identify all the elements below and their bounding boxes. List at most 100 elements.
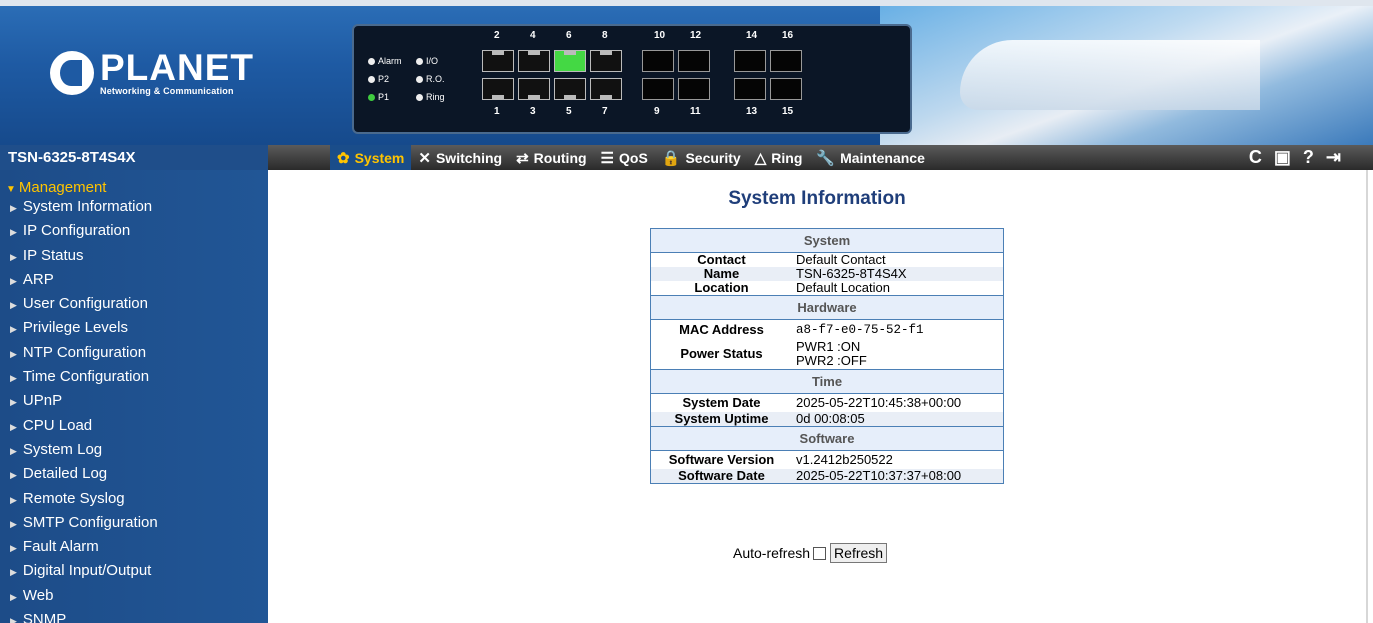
menu-switching[interactable]: ✕ Switching	[411, 145, 509, 170]
reload-icon[interactable]: C	[1249, 147, 1262, 168]
menu-system[interactable]: ✿ System	[330, 145, 412, 170]
system-info-table: System Contact Default Contact Name TSN-63…	[650, 228, 1004, 484]
port-1[interactable]	[482, 78, 514, 100]
switch-front-panel: Alarm I/O P2 R.O. P1 Ring 2 1 4 3 6 5 8 7 10 9 12 11 14 13…	[352, 24, 912, 134]
port-16[interactable]	[770, 50, 802, 72]
help-icon[interactable]: ?	[1303, 147, 1314, 168]
port-5[interactable]	[554, 78, 586, 100]
sidebar-item-system-information[interactable]: ▶ System Information	[0, 195, 268, 219]
save-icon[interactable]: ▣	[1274, 147, 1291, 168]
caret-right-icon: ▶	[10, 348, 17, 359]
wrench-icon: 🔧	[816, 149, 836, 167]
caret-right-icon: ▶	[10, 300, 17, 311]
logout-icon[interactable]: ⇥	[1326, 147, 1341, 168]
caret-right-icon: ▶	[10, 567, 17, 578]
sidebar-item-system-log[interactable]: ▶ System Log	[0, 438, 268, 462]
sidebar-item-digital-input-output[interactable]: ▶ Digital Input/Output	[0, 559, 268, 583]
caret-right-icon: ▶	[10, 275, 17, 286]
sidebar-item-privilege-levels[interactable]: ▶ Privilege Levels	[0, 316, 268, 340]
port-11[interactable]	[678, 78, 710, 100]
port-7[interactable]	[590, 78, 622, 100]
port-number: 9	[654, 106, 660, 117]
menu-label: QoS	[619, 149, 648, 166]
sidebar-item-ntp-configuration[interactable]: ▶ NTP Configuration	[0, 341, 268, 365]
contact-value: Default Contact	[796, 252, 886, 267]
system-date-value: 2025-05-22T10:45:38+00:00	[796, 395, 962, 410]
sidebar-heading-management[interactable]: ▼ Management	[0, 170, 268, 196]
led-row: P1 Ring	[368, 88, 464, 106]
menu-label: Switching	[435, 149, 503, 166]
led-label: Ring	[426, 92, 445, 102]
led-dot-icon	[368, 57, 375, 65]
brand-subtitle: Networking & Communication	[100, 86, 234, 96]
port-6[interactable]	[554, 50, 586, 72]
port-number: 6	[566, 30, 572, 41]
led-dot-icon	[416, 93, 423, 101]
sidebar-item-fault-alarm[interactable]: ▶ Fault Alarm	[0, 535, 268, 559]
page-title: System Information	[728, 188, 906, 209]
port-number: 15	[782, 106, 794, 117]
brand-name: PLANET	[100, 47, 254, 88]
caret-down-icon: ▼	[6, 184, 16, 195]
sidebar-item-web[interactable]: ▶ Web	[0, 584, 268, 608]
gear-icon: ✿	[337, 149, 350, 167]
menu-security[interactable]: 🔒 Security	[655, 145, 748, 170]
sidebar-item-remote-syslog[interactable]: ▶ Remote Syslog	[0, 487, 268, 511]
sidebar-item-cpu-load[interactable]: ▶ CPU Load	[0, 414, 268, 438]
software-version-value: v1.2412b250522	[796, 452, 893, 467]
menu-label: Routing	[533, 149, 587, 166]
port-number: 4	[530, 30, 536, 41]
name-value: TSN-6325-8T4S4X	[792, 267, 1004, 281]
routing-icon: ⇄	[516, 149, 529, 167]
sidebar-item-user-configuration[interactable]: ▶ User Configuration	[0, 292, 268, 316]
caret-right-icon: ▶	[10, 591, 17, 602]
sidebar-item-detailed-log[interactable]: ▶ Detailed Log	[0, 462, 268, 486]
sidebar-item-label: Time Configuration	[22, 368, 150, 386]
sidebar-item-ip-configuration[interactable]: ▶ IP Configuration	[0, 219, 268, 243]
led-dot-icon	[368, 93, 375, 101]
led-ring: Ring	[416, 92, 464, 102]
power-status-label: Power Status	[680, 346, 763, 361]
port-15[interactable]	[770, 78, 802, 100]
sidebar-list: ▶ System Information ▶ IP Configuration ▶ IP …	[0, 195, 268, 623]
qos-icon: ☰	[600, 149, 614, 167]
auto-refresh-checkbox[interactable]	[813, 546, 827, 560]
caret-right-icon: ▶	[10, 616, 17, 623]
port-12[interactable]	[678, 50, 710, 72]
port-4[interactable]	[518, 50, 550, 72]
sidebar-item-smtp-configuration[interactable]: ▶ SMTP Configuration	[0, 511, 268, 535]
port-2[interactable]	[482, 50, 514, 72]
sidebar-item-ip-status[interactable]: ▶ IP Status	[0, 244, 268, 268]
menu-routing[interactable]: ⇄ Routing	[509, 145, 593, 170]
led-dot-icon	[368, 75, 375, 83]
sidebar-item-snmp[interactable]: ▶ SNMP	[0, 608, 268, 623]
menu-maintenance[interactable]: 🔧 Maintenance	[809, 145, 932, 170]
port-9[interactable]	[642, 78, 674, 100]
auto-refresh-label: Auto-refresh	[733, 545, 811, 561]
section-header-software: Software	[650, 426, 1004, 451]
menu-label: Ring	[771, 149, 803, 166]
system-uptime-value: 0d 00:08:05	[792, 412, 1004, 427]
port-number: 5	[566, 106, 572, 117]
sidebar-item-time-configuration[interactable]: ▶ Time Configuration	[0, 365, 268, 389]
name-label: Name	[650, 267, 792, 281]
port-10[interactable]	[642, 50, 674, 72]
software-version-label: Software Version	[668, 452, 775, 467]
sidebar-item-label: IP Configuration	[22, 222, 131, 240]
menu-ring[interactable]: △ Ring	[748, 145, 810, 170]
port-13[interactable]	[734, 78, 766, 100]
sidebar-item-label: NTP Configuration	[22, 343, 147, 361]
planet-logo: PLANET Networking & Communication	[50, 48, 254, 98]
sidebar-item-label: SNMP	[22, 611, 67, 623]
caret-right-icon: ▶	[10, 373, 17, 384]
sidebar-item-label: CPU Load	[22, 416, 93, 434]
port-3[interactable]	[518, 78, 550, 100]
port-number: 14	[746, 30, 758, 41]
menu-qos[interactable]: ☰ QoS	[594, 145, 655, 170]
port-8[interactable]	[590, 50, 622, 72]
port-14[interactable]	[734, 50, 766, 72]
sidebar-item-label: User Configuration	[22, 295, 148, 313]
sidebar-item-upnp[interactable]: ▶ UPnP	[0, 389, 268, 413]
sidebar-item-arp[interactable]: ▶ ARP	[0, 268, 268, 292]
refresh-button[interactable]: Refresh	[830, 543, 888, 563]
